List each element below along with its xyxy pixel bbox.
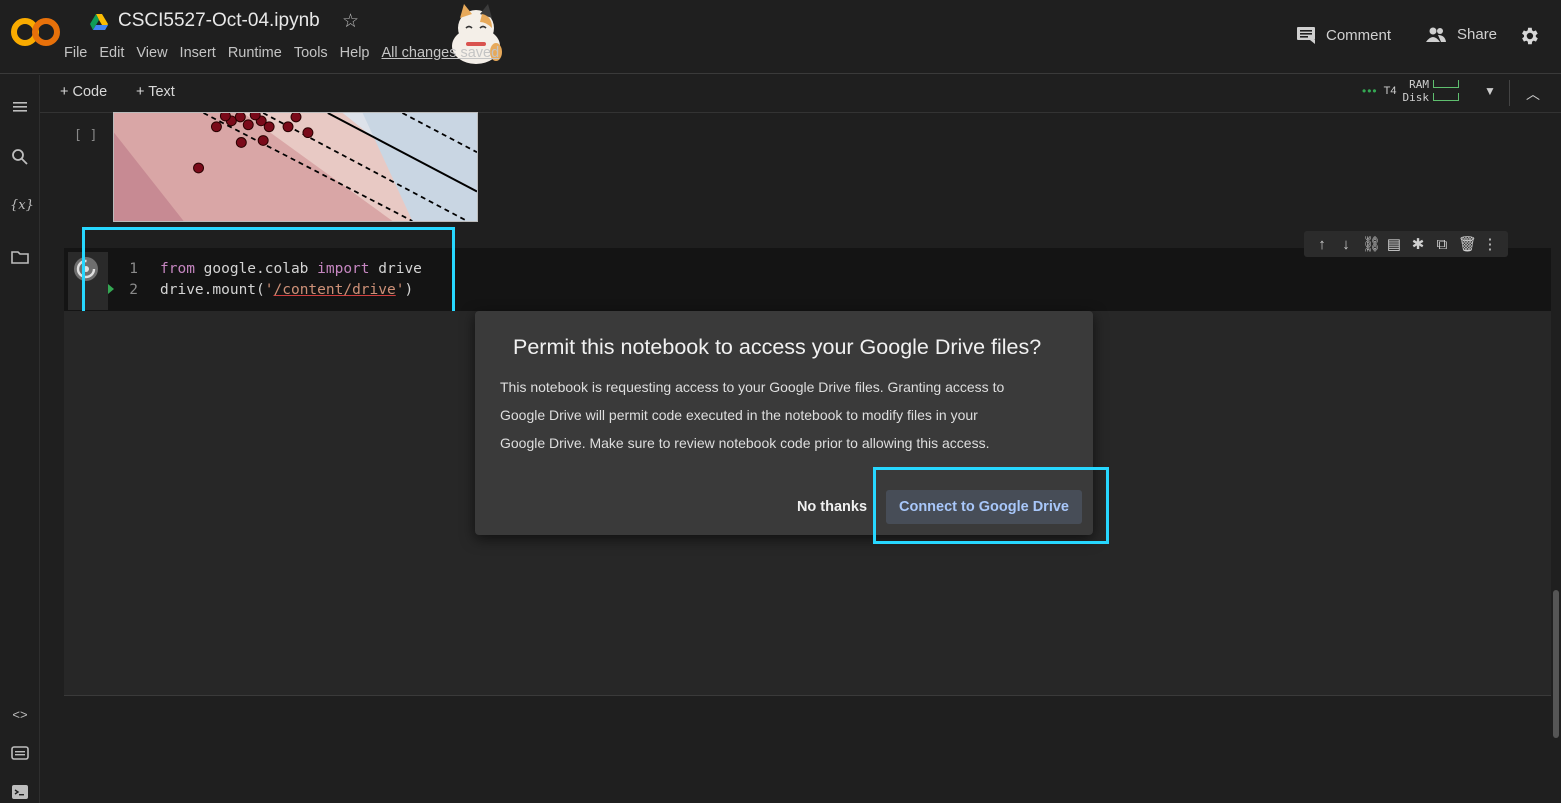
more-options-icon[interactable]: ⋮ [1482,235,1498,253]
menu-edit[interactable]: Edit [99,45,124,61]
code-snippets-icon[interactable]: <> [10,707,30,727]
collapse-header-icon[interactable]: ︿ [1526,84,1540,104]
table-of-contents-icon[interactable] [10,97,30,117]
left-sidebar: {x} <> [0,75,40,803]
menu-runtime[interactable]: Runtime [228,45,282,61]
toolbar-divider [1509,80,1510,106]
add-text-cell-button[interactable]: + Text [136,84,175,100]
menu-insert[interactable]: Insert [180,45,216,61]
disk-meter [1432,93,1459,101]
cell-toolbar: ↑ ↓ ⛓ ▤ ✱ ⧉ 🗑 ⋮ [1304,231,1508,257]
ram-label: RAM [1409,78,1429,91]
menu-bar: File Edit View Insert Runtime Tools Help… [64,45,499,61]
link-icon[interactable]: ⛓ [1362,235,1381,253]
people-icon [1426,27,1446,42]
svm-decision-boundary-plot [113,112,478,222]
runtime-dropdown-icon[interactable]: ▼ [1484,84,1496,98]
code-highlight-box [82,227,455,315]
menu-file[interactable]: File [64,45,87,61]
notebook-toolbar [0,75,1561,113]
dialog-body: This notebook is requesting access to yo… [500,373,1060,457]
resource-meters: RAM Disk [1402,78,1459,104]
move-down-icon[interactable]: ↓ [1338,236,1354,253]
terminal-icon[interactable] [10,782,30,802]
ram-meter [1432,80,1459,88]
comment-icon[interactable]: ▤ [1386,235,1402,253]
disk-label: Disk [1402,91,1429,104]
no-thanks-button[interactable]: No thanks [786,492,878,522]
delete-icon[interactable]: 🗑 [1458,235,1477,253]
gear-icon[interactable]: ✱ [1410,235,1426,253]
move-up-icon[interactable]: ↑ [1314,236,1330,253]
comment-label: Comment [1326,26,1392,44]
mirror-cell-icon[interactable]: ⧉ [1434,236,1450,253]
notebook-title[interactable]: CSCI5527-Oct-04.ipynb [118,10,320,32]
dialog-body-line: Google Drive will permit code executed i… [500,407,978,423]
menu-tools[interactable]: Tools [294,45,328,61]
search-icon[interactable] [10,147,30,167]
dialog-title: Permit this notebook to access your Goog… [513,335,1042,359]
scrollbar[interactable] [1553,590,1559,738]
share-label: Share [1457,26,1498,43]
save-status-link[interactable]: All changes saved [382,45,500,61]
runtime-type: T4 [1383,85,1397,97]
dialog-body-line: This notebook is requesting access to yo… [500,379,1005,395]
comment-button[interactable]: Comment [1296,26,1391,44]
connect-highlight-box [873,467,1109,544]
variables-icon[interactable]: {x} [10,198,34,218]
command-palette-icon[interactable] [10,743,30,763]
star-icon[interactable]: ☆ [342,10,359,33]
runtime-status-button[interactable]: ••• T4 RAM Disk [1362,78,1459,104]
add-code-cell-button[interactable]: + Code [60,84,107,100]
google-drive-icon[interactable] [90,14,108,30]
gear-icon[interactable] [1518,25,1540,47]
menu-view[interactable]: View [136,45,167,61]
colab-logo[interactable] [10,16,62,48]
cell-execution-count: [ ] [74,128,98,143]
folder-icon[interactable] [10,247,30,267]
share-button[interactable]: Share [1425,26,1497,43]
comment-icon [1297,27,1315,44]
menu-help[interactable]: Help [340,45,370,61]
dialog-body-line: Google Drive. Make sure to review notebo… [500,435,990,451]
connected-dots-icon: ••• [1362,84,1378,98]
